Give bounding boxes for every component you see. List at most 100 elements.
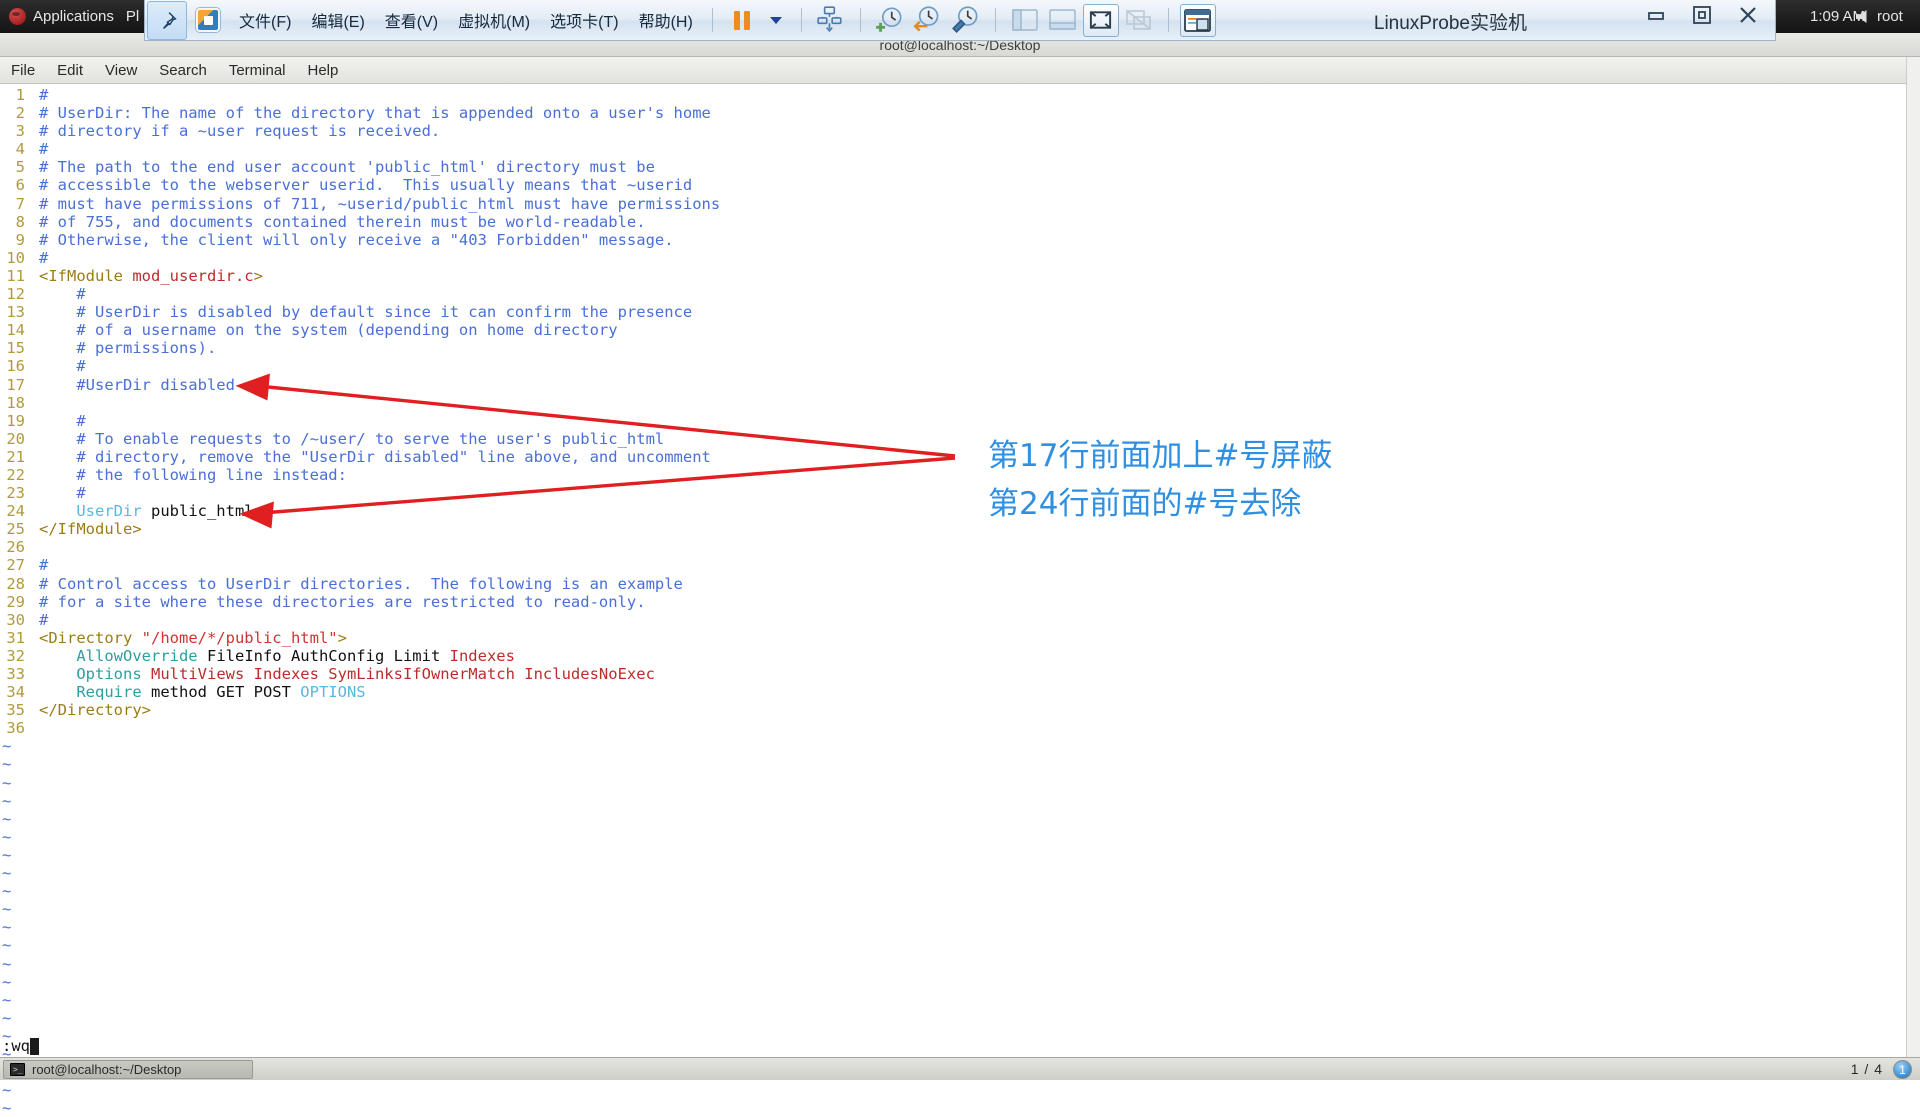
vim-token: OPTIONS: [300, 683, 365, 701]
vim-line-text: #: [34, 412, 86, 430]
vim-line-number: 5: [0, 158, 34, 176]
toolbar-separator: [995, 8, 996, 32]
vim-line-text: [34, 538, 39, 556]
fullscreen-icon[interactable]: [1083, 4, 1119, 37]
vim-line-text: # accessible to the webserver userid. Th…: [34, 176, 692, 194]
vim-line: 10#: [0, 249, 1920, 267]
vim-token: # of a username on the system (depending…: [39, 321, 618, 339]
vim-line: 3# directory if a ~user request is recei…: [0, 122, 1920, 140]
vim-token: [142, 665, 151, 683]
vim-line-text: # UserDir is disabled by default since i…: [34, 303, 692, 321]
vim-line-number: 22: [0, 466, 34, 484]
terminal-menu-search[interactable]: Search: [148, 60, 218, 81]
vim-line: 26: [0, 538, 1920, 556]
vim-line-number: 15: [0, 339, 34, 357]
vim-line-text: <Directory "/home/*/public_html">: [34, 629, 347, 647]
vim-line-text: # for a site where these directories are…: [34, 593, 646, 611]
vim-token: # The path to the end user account 'publ…: [39, 158, 655, 176]
vim-token: FileInfo AuthConfig Limit: [198, 647, 450, 665]
block-cursor: [30, 1038, 39, 1055]
vim-line-text: #UserDir disabled: [34, 376, 235, 394]
vim-line-text: # directory if a ~user request is receiv…: [34, 122, 440, 140]
revert-snapshot-icon[interactable]: [913, 5, 943, 35]
vim-token: AllowOverride: [76, 647, 197, 665]
vim-token: #: [39, 556, 48, 574]
vim-line-text: <IfModule mod_userdir.c>: [34, 267, 263, 285]
console-view-icon[interactable]: [1180, 4, 1216, 37]
vim-line-text: # The path to the end user account 'publ…: [34, 158, 655, 176]
vim-line-text: # UserDir: The name of the directory tha…: [34, 104, 711, 122]
terminal-menu-help[interactable]: Help: [297, 60, 350, 81]
vim-line-text: </Directory>: [34, 701, 151, 719]
vim-line-number: 34: [0, 683, 34, 701]
vim-line-number: 35: [0, 701, 34, 719]
vim-line: 13 # UserDir is disabled by default sinc…: [0, 303, 1920, 321]
menu-help[interactable]: 帮助(H): [630, 5, 702, 35]
snapshot-manager-icon[interactable]: [816, 5, 846, 35]
window-list-taskbar: >_ root@localhost:~/Desktop 1 / 4 1: [0, 1057, 1920, 1080]
places-menu-label: Pl: [126, 8, 139, 25]
vim-editor-buffer[interactable]: 1#2# UserDir: The name of the directory …: [0, 84, 1920, 1057]
vim-line-number: 14: [0, 321, 34, 339]
vim-token: #: [39, 357, 86, 375]
show-thumbnails-icon[interactable]: [1045, 4, 1081, 37]
workspace-switcher[interactable]: 1 / 4 1: [1851, 1060, 1912, 1079]
terminal-icon: >_: [10, 1063, 25, 1076]
vim-token: [39, 502, 76, 520]
vim-line: 24 UserDir public_html: [0, 502, 1920, 520]
unity-mode-icon[interactable]: [1121, 4, 1157, 37]
panel-user-label: root: [1877, 8, 1903, 25]
vim-token: # UserDir is disabled by default since i…: [39, 303, 692, 321]
menu-edit[interactable]: 编辑(E): [302, 5, 373, 35]
vim-token: <IfModule: [39, 267, 132, 285]
toolbar-separator: [860, 8, 861, 32]
manage-snapshots-icon[interactable]: [951, 5, 981, 35]
vim-token: >: [338, 629, 347, 647]
pause-icon[interactable]: [727, 5, 757, 35]
menu-view[interactable]: 查看(V): [376, 5, 447, 35]
taskbar-window-button[interactable]: >_ root@localhost:~/Desktop: [3, 1060, 253, 1079]
vim-token: <Directory: [39, 629, 142, 647]
vim-line-text: #: [34, 611, 48, 629]
menu-tabs[interactable]: 选项卡(T): [541, 5, 627, 35]
restore-icon[interactable]: [1691, 4, 1713, 31]
vim-line-text: #: [34, 86, 48, 104]
terminal-scrollbar[interactable]: [1906, 57, 1920, 1057]
vim-line-number: 17: [0, 376, 34, 394]
vim-line-text: Require method GET POST OPTIONS: [34, 683, 366, 701]
vim-line-text: # Control access to UserDir directories.…: [34, 575, 683, 593]
workspace-current-indicator: 1: [1893, 1060, 1912, 1079]
vim-line-text: # of 755, and documents contained therei…: [34, 213, 646, 231]
power-dropdown-caret-icon[interactable]: [770, 17, 782, 24]
terminal-menu-view[interactable]: View: [94, 60, 148, 81]
menu-file[interactable]: 文件(F): [230, 5, 300, 35]
applications-menu[interactable]: Applications: [0, 0, 126, 33]
vmware-menubar: 文件(F) 编辑(E) 查看(V) 虚拟机(M) 选项卡(T) 帮助(H): [230, 5, 702, 35]
vim-line: 6# accessible to the webserver userid. T…: [0, 176, 1920, 194]
vim-token: </Directory>: [39, 701, 151, 719]
take-snapshot-icon[interactable]: [875, 5, 905, 35]
vmware-window-buttons: [1645, 4, 1759, 31]
vmware-app-icon: [196, 8, 220, 32]
vim-line-number: 26: [0, 538, 34, 556]
vim-token: [39, 665, 76, 683]
minimize-icon[interactable]: [1645, 4, 1667, 31]
vim-line-list: 1#2# UserDir: The name of the directory …: [0, 86, 1920, 737]
vim-token: # accessible to the webserver userid. Th…: [39, 176, 692, 194]
terminal-menu-edit[interactable]: Edit: [46, 60, 94, 81]
vim-command-line[interactable]: :wq: [0, 1035, 1920, 1057]
vim-line-text: AllowOverride FileInfo AuthConfig Limit …: [34, 647, 515, 665]
vim-line-text: #: [34, 484, 86, 502]
terminal-menu-terminal[interactable]: Terminal: [218, 60, 297, 81]
panel-user-menu[interactable]: root: [1856, 0, 1903, 33]
menu-vm[interactable]: 虚拟机(M): [449, 5, 539, 35]
show-library-icon[interactable]: [1007, 4, 1043, 37]
pin-icon[interactable]: [147, 1, 187, 40]
close-icon[interactable]: [1737, 4, 1759, 31]
vim-token: #: [39, 140, 48, 158]
vim-line-text: # directory, remove the "UserDir disable…: [34, 448, 711, 466]
terminal-menu-file[interactable]: File: [0, 60, 46, 81]
vim-line-text: #: [34, 556, 48, 574]
vim-line-number: 25: [0, 520, 34, 538]
vim-line-number: 12: [0, 285, 34, 303]
